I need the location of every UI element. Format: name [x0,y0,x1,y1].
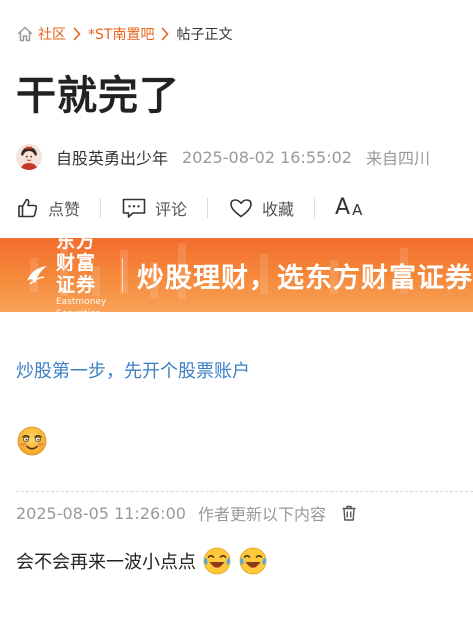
breadcrumb-community[interactable]: 社区 [38,24,66,44]
banner-brand: 东方财富证券 Eastmoney Securities [56,238,112,312]
action-divider [100,198,102,218]
action-divider [207,198,209,218]
update-text: 会不会再来一波小点点 [16,552,196,573]
update-time: 2025-08-05 11:26:00 [16,503,186,523]
font-size-button[interactable]: A A [335,195,363,220]
update-content: 会不会再来一波小点点 [16,545,268,577]
chevron-right-icon [158,27,172,41]
blush-face-icon [16,425,48,457]
laughing-tears-icon [238,546,268,576]
collect-label: 收藏 [262,200,295,219]
update-divider [16,491,473,492]
breadcrumb-current: 帖子正文 [176,27,233,43]
breadcrumb: 社区 *ST南置吧 帖子正文 [16,23,232,45]
font-size-large-label: A [335,195,351,220]
collect-button[interactable]: 收藏 [228,196,294,220]
comment-label: 评论 [155,200,188,219]
like-button[interactable]: 点赞 [16,196,80,220]
font-size-small-label: A [352,201,363,219]
author-name[interactable]: 自股英勇出少年 [56,145,168,169]
action-divider [314,198,316,218]
banner-divider [122,258,123,292]
breadcrumb-stock-bar[interactable]: *ST南置吧 [88,24,154,44]
chevron-right-icon [70,27,84,41]
comment-icon [122,198,146,218]
banner-brand-name: 东方财富证券 [56,238,97,296]
update-note: 作者更新以下内容 [197,505,326,524]
avatar[interactable] [16,144,42,170]
open-account-link[interactable]: 炒股第一步，先开个股票账户 [16,357,250,383]
post-location: 来自四川 [365,149,430,168]
thumbs-up-icon [18,198,38,218]
post-actions: 点赞 评论 收藏 A A [16,193,362,223]
banner-slogan: 炒股理财，选东方财富证券 [137,262,473,294]
post-title: 干就完了 [16,73,180,119]
comment-button[interactable]: 评论 [121,196,187,220]
banner-brand-name-en: Eastmoney Securities [56,297,107,312]
laughing-tears-icon [202,546,232,576]
post-meta: 自股英勇出少年 2025-08-02 16:55:02 来自四川 [16,142,430,172]
heart-icon [230,199,252,218]
post-time: 2025-08-02 16:55:02 [182,147,352,167]
home-icon[interactable] [16,25,34,43]
author-update-header: 2025-08-05 11:26:00 作者更新以下内容 [16,501,358,525]
like-label: 点赞 [48,200,81,219]
eastmoney-logo-icon [24,262,50,288]
brokerage-banner[interactable]: 东方财富证券 Eastmoney Securities 炒股理财，选东方财富证券 [0,238,473,312]
trash-icon[interactable] [340,504,358,522]
eastmoney-logo: 东方财富证券 Eastmoney Securities [24,238,112,312]
